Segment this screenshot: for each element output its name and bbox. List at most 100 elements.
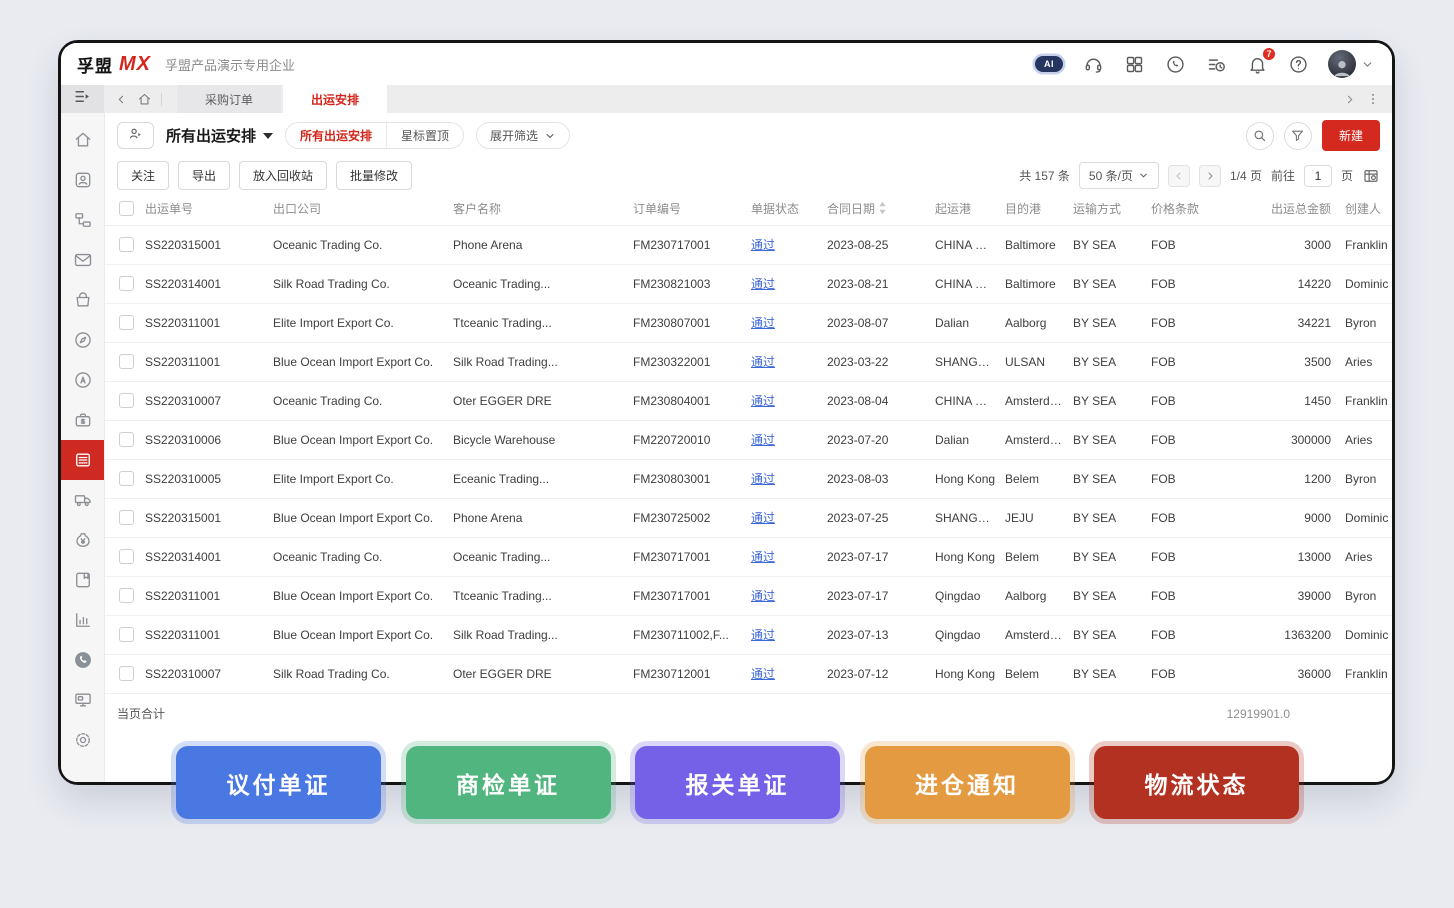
status-link[interactable]: 通过	[751, 394, 775, 408]
row-checkbox[interactable]	[119, 471, 134, 486]
column-header-10[interactable]: 出运总金额	[1229, 193, 1341, 225]
row-checkbox[interactable]	[119, 393, 134, 408]
whatsapp-icon[interactable]	[1164, 53, 1186, 75]
status-link[interactable]: 通过	[751, 433, 775, 447]
status-link[interactable]: 通过	[751, 589, 775, 603]
sidebar-item-mail[interactable]	[61, 240, 104, 280]
filter-starred-top[interactable]: 星标置顶	[386, 123, 463, 148]
table-row[interactable]: SS220311001Blue Ocean Import Export Co.T…	[105, 576, 1392, 615]
table-row[interactable]: SS220310006Blue Ocean Import Export Co.B…	[105, 420, 1392, 459]
menu-toggle[interactable]	[61, 85, 104, 113]
headset-icon[interactable]	[1082, 53, 1104, 75]
status-link[interactable]: 通过	[751, 472, 775, 486]
flow-button-1[interactable]: 商检单证	[406, 746, 611, 819]
flow-button-4[interactable]: 物流状态	[1094, 746, 1299, 819]
tabs-scroll-right-button[interactable]	[1343, 93, 1356, 106]
select-all-checkbox[interactable]	[119, 201, 134, 216]
column-header-1[interactable]: 出口公司	[269, 193, 449, 225]
search-button[interactable]	[1246, 122, 1274, 150]
toolbar-button-1[interactable]: 导出	[178, 161, 230, 190]
table-row[interactable]: SS220314001Oceanic Trading Co.Oceanic Tr…	[105, 537, 1392, 576]
nav-home-button[interactable]	[137, 92, 152, 107]
column-header-6[interactable]: 起运港	[931, 193, 1001, 225]
row-checkbox[interactable]	[119, 510, 134, 525]
sidebar-item-finance[interactable]	[61, 400, 104, 440]
status-link[interactable]: 通过	[751, 628, 775, 642]
more-vertical-icon[interactable]	[1366, 92, 1380, 106]
row-checkbox[interactable]	[119, 432, 134, 447]
table-row[interactable]: SS220311001Blue Ocean Import Export Co.S…	[105, 342, 1392, 381]
row-checkbox[interactable]	[119, 276, 134, 291]
expand-filters-button[interactable]: 展开筛选	[476, 122, 570, 149]
toolbar-button-2[interactable]: 放入回收站	[239, 161, 327, 190]
bell-icon[interactable]: 7	[1246, 53, 1268, 75]
column-header-2[interactable]: 客户名称	[449, 193, 629, 225]
apps-grid-icon[interactable]	[1123, 53, 1145, 75]
table-row[interactable]: SS220315001Blue Ocean Import Export Co.P…	[105, 498, 1392, 537]
flow-button-3[interactable]: 进仓通知	[865, 746, 1070, 819]
filter-button[interactable]	[1284, 122, 1312, 150]
new-button[interactable]: 新建	[1322, 120, 1380, 151]
help-icon[interactable]	[1287, 53, 1309, 75]
goto-page-input[interactable]	[1304, 165, 1332, 187]
sidebar-item-settings[interactable]	[61, 720, 104, 760]
column-header-11[interactable]: 创建人	[1341, 193, 1392, 225]
page-size-select[interactable]: 50 条/页	[1079, 162, 1159, 189]
column-header-8[interactable]: 运输方式	[1069, 193, 1147, 225]
avatar[interactable]	[1328, 50, 1356, 78]
row-checkbox[interactable]	[119, 627, 134, 642]
status-link[interactable]: 通过	[751, 238, 775, 252]
row-checkbox[interactable]	[119, 666, 134, 681]
sidebar-item-workbench[interactable]	[61, 680, 104, 720]
status-link[interactable]: 通过	[751, 550, 775, 564]
table-row[interactable]: SS220315001Oceanic Trading Co.Phone Aren…	[105, 225, 1392, 264]
sidebar-item-compass[interactable]	[61, 320, 104, 360]
task-history-icon[interactable]	[1205, 53, 1227, 75]
table-row[interactable]: SS220314001Silk Road Trading Co.Oceanic …	[105, 264, 1392, 303]
table-row[interactable]: SS220310007Oceanic Trading Co.Oter EGGER…	[105, 381, 1392, 420]
sidebar-item-report[interactable]	[61, 600, 104, 640]
column-header-3[interactable]: 订单编号	[629, 193, 747, 225]
user-menu[interactable]	[1328, 50, 1374, 78]
status-link[interactable]: 通过	[751, 511, 775, 525]
sidebar-item-money-bag[interactable]	[61, 520, 104, 560]
sidebar-item-org[interactable]	[61, 200, 104, 240]
status-link[interactable]: 通过	[751, 316, 775, 330]
column-header-4[interactable]: 单据状态	[747, 193, 823, 225]
prev-page-button[interactable]	[1168, 165, 1190, 187]
tab-0[interactable]: 采购订单	[177, 85, 281, 113]
filter-all-shipments[interactable]: 所有出运安排	[286, 123, 386, 148]
table-row[interactable]: SS220311001Blue Ocean Import Export Co.S…	[105, 615, 1392, 654]
row-checkbox[interactable]	[119, 237, 134, 252]
status-link[interactable]: 通过	[751, 667, 775, 681]
view-owner-filter-button[interactable]	[117, 122, 154, 149]
sidebar-item-home[interactable]	[61, 120, 104, 160]
ai-assistant-button[interactable]: AI	[1035, 56, 1063, 72]
next-page-button[interactable]	[1199, 165, 1221, 187]
view-selector[interactable]: 所有出运安排	[166, 125, 273, 146]
column-header-9[interactable]: 价格条款	[1147, 193, 1229, 225]
sidebar-item-contacts[interactable]	[61, 160, 104, 200]
row-checkbox[interactable]	[119, 354, 134, 369]
row-checkbox[interactable]	[119, 549, 134, 564]
nav-back-button[interactable]	[115, 93, 128, 106]
flow-button-0[interactable]: 议付单证	[176, 746, 381, 819]
table-row[interactable]: SS220310005Elite Import Export Co.Eceani…	[105, 459, 1392, 498]
sidebar-item-shipping-doc[interactable]	[61, 440, 104, 480]
flow-button-2[interactable]: 报关单证	[635, 746, 840, 819]
column-header-7[interactable]: 目的港	[1001, 193, 1069, 225]
sidebar-item-bag[interactable]	[61, 280, 104, 320]
table-row[interactable]: SS220311001Elite Import Export Co.Ttcean…	[105, 303, 1392, 342]
sidebar-item-truck[interactable]	[61, 480, 104, 520]
sidebar-item-ledger[interactable]	[61, 560, 104, 600]
toolbar-button-0[interactable]: 关注	[117, 161, 169, 190]
row-checkbox[interactable]	[119, 315, 134, 330]
table-row[interactable]: SS220310007Silk Road Trading Co.Oter EGG…	[105, 654, 1392, 693]
row-checkbox[interactable]	[119, 588, 134, 603]
column-settings-button[interactable]	[1362, 167, 1380, 185]
status-link[interactable]: 通过	[751, 355, 775, 369]
column-header-0[interactable]: 出运单号	[141, 193, 269, 225]
status-link[interactable]: 通过	[751, 277, 775, 291]
sidebar-item-campaign-a[interactable]	[61, 360, 104, 400]
tab-1[interactable]: 出运安排	[283, 85, 387, 113]
